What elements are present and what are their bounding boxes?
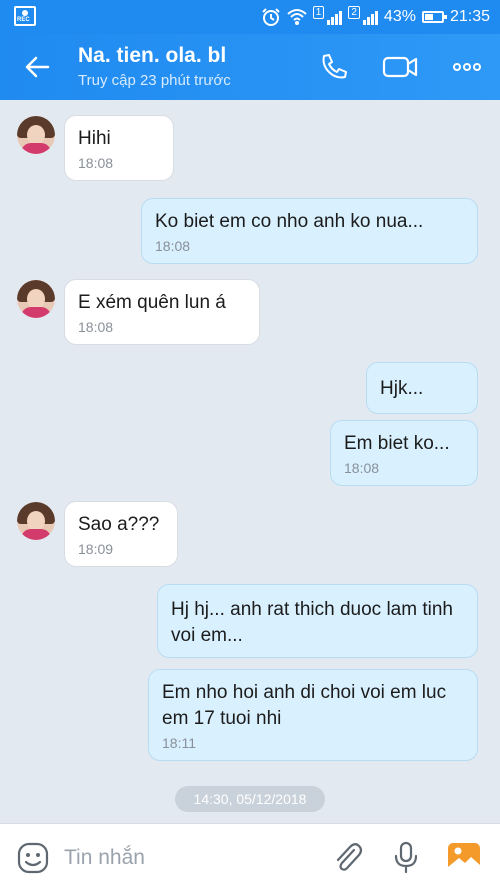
contact-avatar[interactable] (17, 280, 55, 318)
message-time: 18:08 (344, 460, 380, 476)
signal-icon (362, 9, 378, 25)
battery-percent: 43% (383, 8, 416, 25)
incoming-message[interactable]: Sao a??? 18:09 (64, 501, 178, 567)
message-text: Sao a??? (78, 514, 160, 535)
message-time: 18:08 (78, 155, 114, 171)
contact-avatar[interactable] (17, 502, 55, 540)
outgoing-message[interactable]: Ko biet em co nho anh ko nua... 18:08 (141, 198, 478, 264)
outgoing-message[interactable]: Hj hj... anh rat thich duoc lam tinh voi… (157, 584, 478, 658)
status-bar: REC 1 2 43% 21:35 (0, 0, 500, 34)
message-text: Hjk... (380, 378, 424, 399)
incoming-message[interactable]: E xém quên lun á 18:08 (64, 279, 260, 345)
message-time: 18:09 (78, 541, 114, 557)
message-composer: Tin nhắn (0, 823, 500, 889)
wifi-icon (287, 9, 307, 25)
screen-record-icon: REC (14, 6, 36, 26)
attachment-icon[interactable] (330, 840, 364, 874)
message-time: 18:08 (78, 319, 114, 335)
photo-icon[interactable] (447, 840, 481, 874)
chat-header: Na. tien. ola. bl Truy cập 23 phút trước (0, 34, 500, 100)
message-time: 18:08 (155, 238, 191, 254)
back-arrow-icon[interactable] (22, 52, 52, 82)
sim1-badge: 1 (312, 6, 325, 19)
outgoing-message[interactable]: Em nho hoi anh di choi voi em luc em 17 … (148, 669, 478, 761)
signal-icon (327, 9, 343, 25)
contact-avatar[interactable] (17, 116, 55, 154)
message-text: Em nho hoi anh di choi voi em luc em 17 … (162, 682, 447, 729)
outgoing-message[interactable]: Hjk... (366, 362, 478, 414)
message-text: Hj hj... anh rat thich duoc lam tinh voi… (171, 599, 453, 646)
status-icons: 1 2 43% 21:35 (261, 0, 490, 34)
clock: 21:35 (449, 8, 490, 25)
sim2-badge: 2 (348, 6, 360, 19)
phone-icon[interactable] (316, 50, 352, 84)
message-input[interactable]: Tin nhắn (64, 846, 145, 870)
contact-name[interactable]: Na. tien. ola. bl (78, 44, 226, 68)
incoming-message[interactable]: Hihi 18:08 (64, 115, 174, 181)
message-text: Hihi (78, 128, 111, 149)
battery-icon (421, 11, 447, 23)
microphone-icon[interactable] (389, 840, 423, 874)
message-time: 18:11 (162, 735, 196, 751)
message-text: Ko biet em co nho anh ko nua... (155, 211, 424, 232)
alarm-icon (262, 8, 280, 26)
emoji-icon[interactable] (17, 842, 49, 874)
outgoing-message[interactable]: Em biet ko... 18:08 (330, 420, 478, 486)
more-icon[interactable] (450, 50, 486, 84)
date-divider: 14:30, 05/12/2018 (175, 786, 325, 812)
video-call-icon[interactable] (382, 50, 418, 84)
last-seen-status: Truy cập 23 phút trước (78, 72, 231, 89)
message-text: E xém quên lun á (78, 292, 226, 313)
message-text: Em biet ko... (344, 433, 450, 454)
